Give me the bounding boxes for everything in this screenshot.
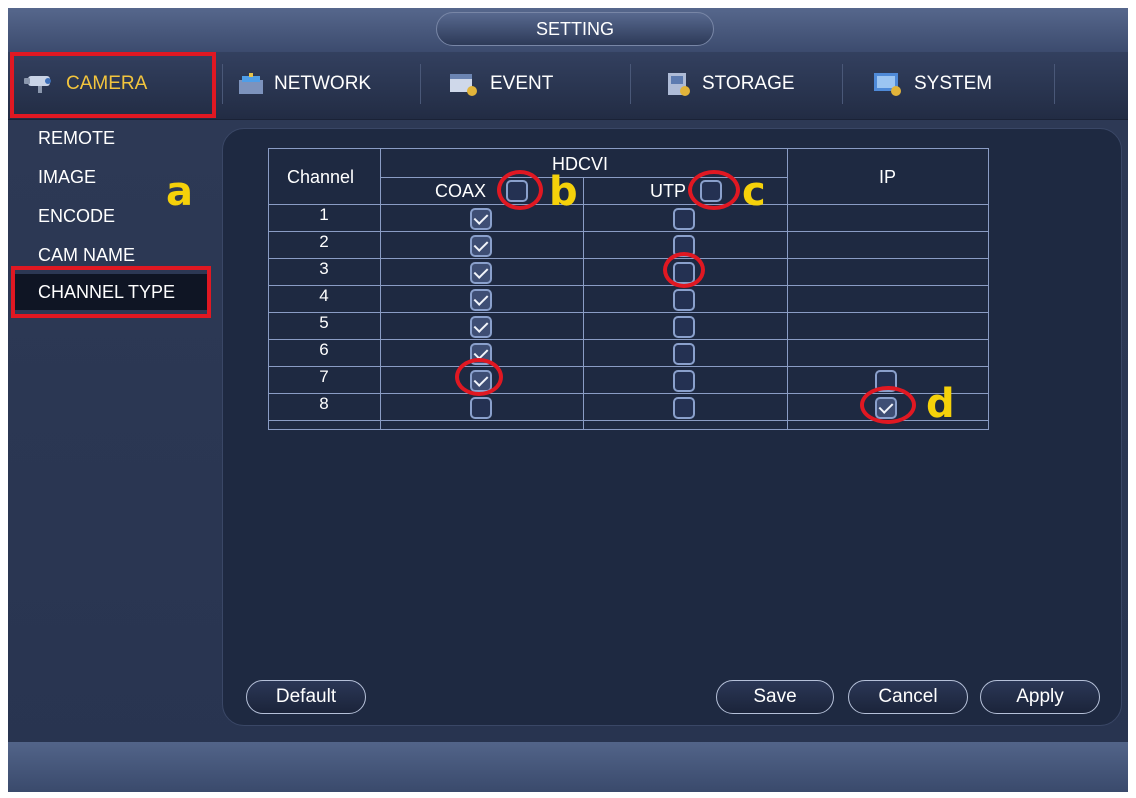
tab-network[interactable]: NETWORK <box>236 58 371 110</box>
title-bar: SETTING <box>8 8 1128 52</box>
network-icon <box>236 70 266 98</box>
row-channel-7: 7 <box>319 367 329 386</box>
sidebar-item-cam-name[interactable]: CAM NAME <box>38 245 135 266</box>
tab-storage[interactable]: STORAGE <box>664 58 795 110</box>
window-title: SETTING <box>436 12 714 46</box>
row-channel-8: 8 <box>319 394 329 413</box>
annotation-ring-ip-row8 <box>860 386 916 424</box>
tab-system[interactable]: SYSTEM <box>870 58 992 110</box>
grid-line <box>787 149 788 429</box>
tab-divider <box>842 64 843 104</box>
coax-checkbox-8[interactable] <box>470 397 492 419</box>
system-icon <box>870 70 906 98</box>
sidebar-item-remote[interactable]: REMOTE <box>38 128 115 149</box>
utp-checkbox-1[interactable] <box>673 208 695 230</box>
row-channel-6: 6 <box>319 340 329 359</box>
annotation-ring-utp-row3 <box>663 252 705 288</box>
sidebar-item-image[interactable]: IMAGE <box>38 167 96 188</box>
coax-checkbox-5[interactable] <box>470 316 492 338</box>
utp-checkbox-5[interactable] <box>673 316 695 338</box>
coax-checkbox-2[interactable] <box>470 235 492 257</box>
annotation-frame-channel-type <box>11 266 211 318</box>
annotation-label-a: a <box>166 169 193 215</box>
coax-checkbox-3[interactable] <box>470 262 492 284</box>
annotation-label-d: d <box>926 381 955 427</box>
utp-checkbox-4[interactable] <box>673 289 695 311</box>
row-channel-3: 3 <box>319 259 329 278</box>
status-bar <box>8 742 1128 792</box>
header-channel: Channel <box>287 167 355 187</box>
annotation-frame-camera-tab <box>10 52 216 118</box>
tab-divider <box>420 64 421 104</box>
coax-checkbox-1[interactable] <box>470 208 492 230</box>
tab-network-label: NETWORK <box>274 73 372 94</box>
utp-checkbox-7[interactable] <box>673 370 695 392</box>
sidebar-item-encode[interactable]: ENCODE <box>38 206 115 227</box>
utp-checkbox-8[interactable] <box>673 397 695 419</box>
row-channel-5: 5 <box>319 313 329 332</box>
save-button[interactable]: Save <box>716 680 834 714</box>
annotation-label-c: c <box>742 169 766 215</box>
tab-divider <box>630 64 631 104</box>
annotation-ring-coax-row7 <box>455 358 503 396</box>
annotation-ring-coax <box>497 170 543 210</box>
tab-divider <box>1054 64 1055 104</box>
annotation-label-b: b <box>549 169 578 215</box>
utp-checkbox-6[interactable] <box>673 343 695 365</box>
apply-button[interactable]: Apply <box>980 680 1100 714</box>
annotation-ring-utp <box>688 170 740 210</box>
row-channel-4: 4 <box>319 286 329 305</box>
grid-line <box>583 177 584 429</box>
tab-storage-label: STORAGE <box>702 73 795 94</box>
grid-line <box>380 149 381 429</box>
row-channel-2: 2 <box>319 232 329 251</box>
default-button[interactable]: Default <box>246 680 366 714</box>
settings-window: SETTING CAMERA NETWORK EVENT STORAGE SYS… <box>8 8 1128 792</box>
header-utp: UTP <box>650 181 686 201</box>
row-channel-1: 1 <box>319 205 329 224</box>
event-icon <box>446 70 482 98</box>
tab-system-label: SYSTEM <box>914 73 993 94</box>
tab-divider <box>222 64 223 104</box>
coax-checkbox-4[interactable] <box>470 289 492 311</box>
tab-event[interactable]: EVENT <box>446 58 553 110</box>
header-ip: IP <box>879 167 897 187</box>
storage-icon <box>664 70 694 98</box>
tab-event-label: EVENT <box>490 73 554 94</box>
cancel-button[interactable]: Cancel <box>848 680 968 714</box>
header-coax: COAX <box>435 181 487 201</box>
